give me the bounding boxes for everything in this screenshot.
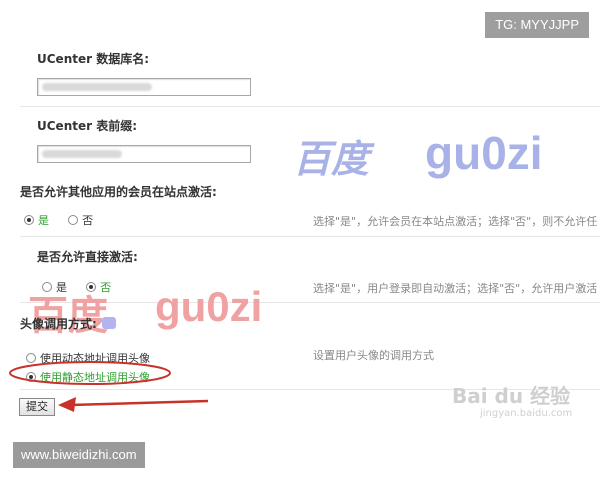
watermark-baidu-jingyan: Bai du 经验 (452, 384, 571, 408)
watermark-baidu-blue: 百度 (293, 136, 370, 181)
watermark-guozi-blue: gu0zi (425, 127, 543, 179)
site-url-tag: www.biweidizhi.com (13, 442, 145, 468)
pointer-arrow-shaft (69, 399, 209, 407)
pointer-arrow-head (58, 397, 76, 412)
highlight-ellipse (9, 361, 171, 385)
watermark-jingyan-url: jingyan.baidu.com (480, 408, 573, 419)
